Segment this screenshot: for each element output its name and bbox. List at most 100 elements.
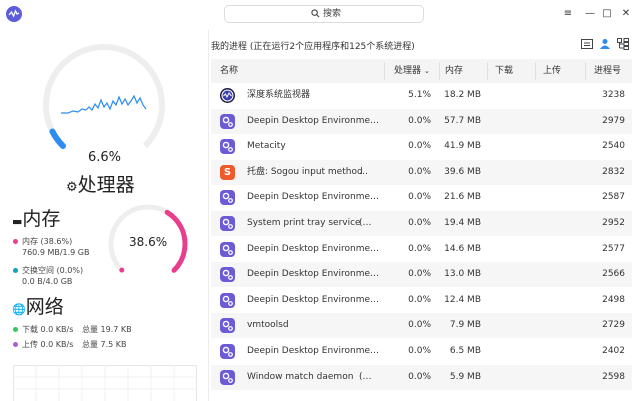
process-row[interactable]: System print tray service (… 0.0% 19.4 MB 29…	[211, 211, 632, 236]
search-placeholder: 搜索	[323, 9, 342, 19]
process-row[interactable]: Metacity 0.0% 41.9 MB 2540	[211, 134, 632, 159]
process-gear-icon	[220, 344, 235, 359]
column-name[interactable]: 名称	[220, 59, 238, 83]
process-gear-icon	[220, 241, 235, 257]
process-gear-icon	[220, 292, 235, 308]
compact-view-icon[interactable]	[581, 38, 593, 50]
process-name: Deepin Desktop Environme…	[247, 269, 379, 280]
memory-dot-icon	[13, 239, 18, 244]
process-memory: 13.0 MB	[444, 269, 481, 280]
upload-label: 上传 0.0 KB/s	[22, 340, 74, 349]
upload-total: 总量 7.5 KB	[82, 340, 127, 349]
process-name: vmtoolsd	[247, 320, 289, 331]
process-gear-icon	[220, 267, 235, 283]
process-row[interactable]: 深度系统监视器 5.1% 18.2 MB 3238	[211, 83, 632, 108]
process-memory: 57.7 MB	[444, 115, 481, 126]
process-row[interactable]: Deepin Desktop Environme… 0.0% 6.5 MB 2402	[211, 339, 632, 364]
column-upload[interactable]: 上传	[543, 59, 561, 83]
process-summary: 我的进程 (正在运行2个应用程序和125个系统进程)	[211, 42, 415, 52]
process-name: Metacity	[247, 141, 286, 152]
memory-icon: ▬	[12, 215, 23, 228]
cpu-title-text: 处理器	[77, 174, 135, 196]
column-cpu[interactable]: 处理器 ⌄	[394, 59, 430, 83]
process-gear-icon	[220, 113, 235, 129]
app-logo-icon	[6, 6, 22, 22]
process-row[interactable]: Deepin Desktop Environme… 0.0% 14.6 MB 2577	[211, 237, 632, 262]
process-row[interactable]: Deepin Desktop Environme… 0.0% 13.0 MB 2566	[211, 262, 632, 288]
process-pid: 2729	[602, 320, 625, 331]
process-name: Deepin Desktop Environme…	[247, 192, 379, 203]
cpu-title: ⚙处理器	[66, 170, 135, 197]
process-extra: (…	[359, 371, 372, 382]
swap-detail: 0.0 B/4.0 GB	[22, 277, 73, 286]
process-gear-icon	[220, 139, 235, 155]
user-processes-icon[interactable]	[599, 38, 611, 50]
process-row[interactable]: vmtoolsd 0.0% 7.9 MB 2729	[211, 313, 632, 339]
maximize-button[interactable]: □	[600, 7, 614, 21]
panel-divider	[208, 30, 209, 401]
tree-view-icon[interactable]	[617, 38, 629, 50]
upload-dot-icon	[13, 342, 18, 347]
process-name: Deepin Desktop Environme…	[247, 115, 379, 126]
process-extra: …	[359, 166, 368, 177]
close-button[interactable]: ✕	[619, 7, 633, 21]
process-gear-icon	[220, 369, 235, 385]
process-cpu: 0.0%	[408, 346, 431, 356]
process-memory: 19.4 MB	[444, 218, 481, 228]
process-cpu: 0.0%	[408, 243, 431, 254]
download-label: 下载 0.0 KB/s	[22, 325, 74, 334]
process-name: Deepin Desktop Environme…	[247, 243, 379, 254]
memory-title-text: 内存	[22, 208, 61, 230]
cpu-gear-icon: ⚙	[66, 180, 78, 195]
download-total: 总量 19.7 KB	[82, 325, 132, 334]
menu-button[interactable]: ≡	[561, 7, 575, 21]
column-download[interactable]: 下载	[495, 59, 513, 83]
process-cpu: 0.0%	[408, 371, 431, 382]
process-pid: 2832	[602, 166, 625, 177]
process-cpu: 0.0%	[408, 192, 431, 203]
process-memory: 21.6 MB	[444, 192, 481, 203]
memory-title: ▬内存	[12, 204, 60, 231]
process-cpu: 0.0%	[408, 320, 431, 331]
process-memory: 6.5 MB	[449, 346, 481, 356]
process-row[interactable]: Deepin Desktop Environme… 0.0% 21.6 MB 2587	[211, 185, 632, 210]
process-table-header: 名称 处理器 ⌄ 内存 下载 上传 进程号	[211, 59, 632, 83]
process-pid: 2566	[602, 269, 625, 280]
swap-dot-icon	[13, 268, 18, 273]
process-pid: 2498	[602, 294, 625, 305]
column-pid[interactable]: 进程号	[594, 59, 621, 83]
process-row[interactable]: Deepin Desktop Environme… 0.0% 12.4 MB 2498	[211, 288, 632, 313]
process-memory: 41.9 MB	[444, 141, 481, 152]
process-row[interactable]: S 托盘: Sogou input method… 0.0% 39.6 MB 2832	[211, 159, 632, 185]
title-bar: 搜索 ≡ — □ ✕	[0, 0, 640, 30]
process-name: Deepin Desktop Environme…	[247, 346, 379, 356]
cpu-history-line	[61, 94, 147, 114]
process-cpu: 0.0%	[408, 115, 431, 126]
process-cpu: 0.0%	[408, 294, 431, 305]
process-gear-icon	[220, 216, 235, 231]
process-cpu: 0.0%	[408, 166, 431, 177]
process-pid: 2577	[602, 243, 625, 254]
network-grid-chart	[13, 365, 197, 401]
process-pid: 3238	[602, 90, 625, 100]
column-mem[interactable]: 内存	[445, 59, 463, 83]
cpu-percent: 6.6%	[88, 150, 122, 165]
minimize-button[interactable]: —	[583, 7, 597, 21]
search-input[interactable]: 搜索	[224, 5, 424, 23]
network-title: 🌐网络	[12, 292, 64, 319]
process-name: 托盘: Sogou input method	[247, 166, 363, 177]
process-name: Deepin Desktop Environme…	[247, 294, 379, 305]
process-pid: 2979	[602, 115, 625, 126]
process-row[interactable]: Window match daemon (… 0.0% 5.9 MB 2598	[211, 364, 632, 390]
process-gear-icon	[220, 190, 235, 206]
process-memory: 5.9 MB	[449, 371, 481, 382]
process-cpu: 0.0%	[408, 141, 431, 152]
process-row[interactable]: Deepin Desktop Environme… 0.0% 57.7 MB 2979	[211, 108, 632, 134]
process-memory: 18.2 MB	[444, 90, 481, 100]
process-memory: 7.9 MB	[449, 320, 481, 331]
process-panel: 我的进程 (正在运行2个应用程序和125个系统进程) 名称 处理器 ⌄ 内存 下载…	[210, 30, 640, 401]
process-pid: 2540	[602, 141, 625, 152]
sogou-icon: S	[220, 164, 235, 180]
process-memory: 39.6 MB	[444, 166, 481, 177]
system-monitor-window: 搜索 ≡ — □ ✕ 6.6% ⚙处理器 ▬内存 内存 (38.6%) 760.…	[0, 0, 640, 401]
